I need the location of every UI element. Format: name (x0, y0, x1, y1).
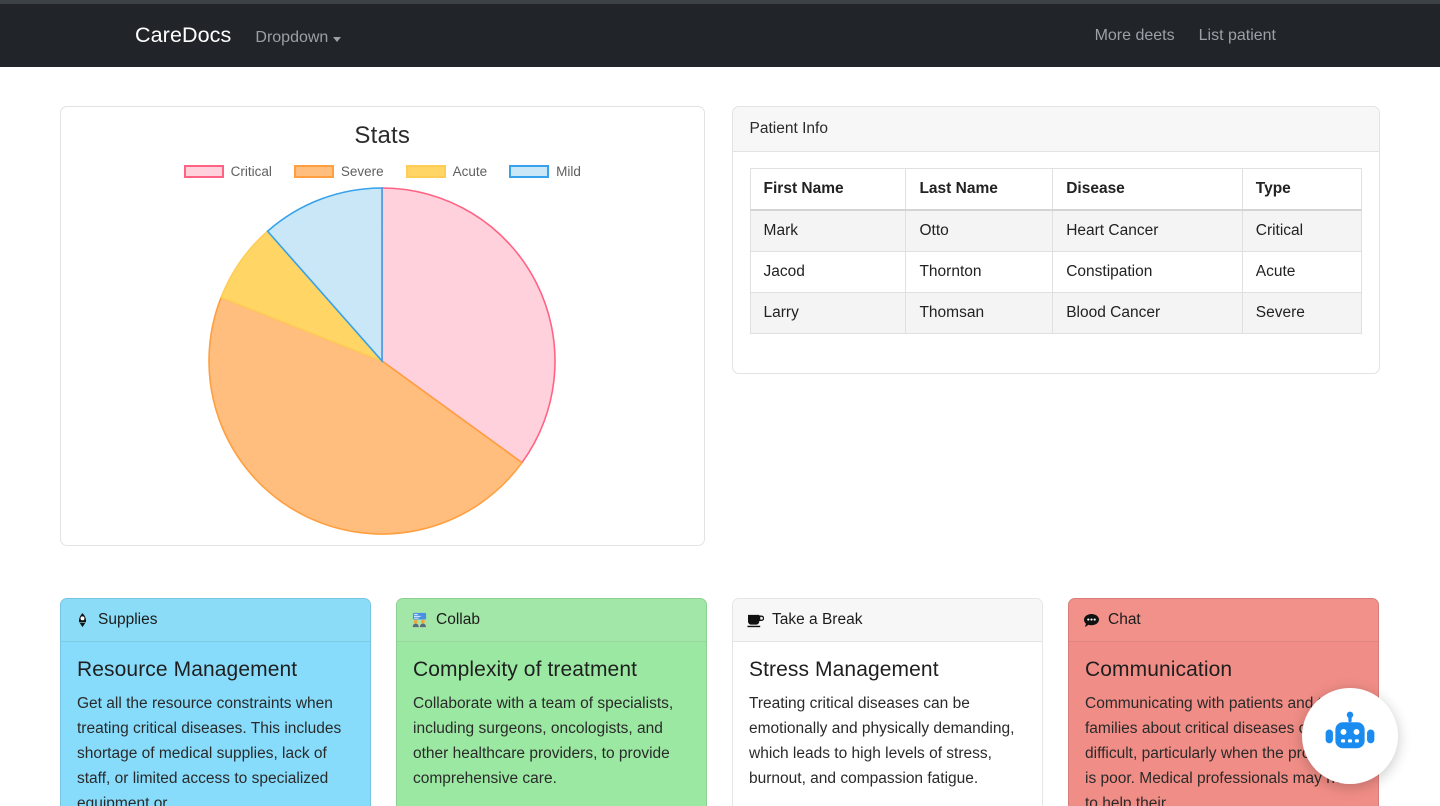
info-card-supplies[interactable]: Supplies Resource Management Get all the… (60, 598, 371, 806)
info-cards-row: Supplies Resource Management Get all the… (60, 598, 1380, 806)
legend-label-acute: Acute (452, 164, 488, 179)
patient-info-card: Patient Info First Name Last Name Diseas… (731, 106, 1380, 374)
robot-icon (1325, 711, 1375, 749)
cell-type: Severe (1241, 292, 1363, 334)
rocket-icon (75, 612, 90, 628)
info-card-collab-title: Collab (436, 611, 480, 628)
info-card-take-a-break-header: Take a Break (733, 599, 1042, 642)
info-card-take-a-break-body: Stress Management Treating critical dise… (733, 642, 1042, 791)
info-card-collab[interactable]: Collab Complexity of treatment Collabora… (396, 598, 707, 806)
info-card-supplies-header: Supplies (61, 599, 370, 642)
chevron-down-icon (333, 36, 342, 42)
navbar-left-group: CareDocs Dropdown (0, 23, 342, 48)
brand-logo[interactable]: CareDocs (135, 23, 231, 48)
column-header-disease[interactable]: Disease (1052, 168, 1243, 211)
legend-swatch-acute (405, 165, 446, 178)
info-card-collab-heading: Complexity of treatment (413, 658, 638, 681)
info-card-take-a-break-title: Take a Break (772, 611, 863, 628)
info-card-take-a-break-text: Treating critical diseases can be emotio… (749, 695, 1015, 787)
legend-swatch-mild (509, 165, 550, 178)
cell-disease: Heart Cancer (1052, 209, 1243, 252)
nav-dropdown-toggle[interactable]: Dropdown (255, 29, 342, 47)
nav-link-more-deets[interactable]: More deets (1095, 27, 1175, 45)
cell-last-name: Thomsan (905, 292, 1054, 334)
cell-disease: Blood Cancer (1052, 292, 1243, 334)
cell-disease: Constipation (1052, 251, 1243, 293)
cell-type: Acute (1241, 251, 1363, 293)
info-card-collab-body: Complexity of treatment Collaborate with… (397, 642, 706, 791)
navbar-right-group: More deets List patient (1095, 27, 1424, 45)
legend-swatch-severe (293, 165, 334, 178)
nav-link-list-patient[interactable]: List patient (1199, 27, 1276, 45)
chat-assistant-button[interactable] (1302, 688, 1398, 784)
top-navbar: CareDocs Dropdown More deets List patien… (0, 0, 1440, 67)
speech-bubble-icon-svg (1084, 613, 1099, 627)
patient-info-body: First Name Last Name Disease Type Mark O… (733, 152, 1379, 351)
info-card-chat-title: Chat (1108, 611, 1141, 628)
chart-legend: Critical Severe Acute Mild (183, 164, 581, 179)
column-header-last-name[interactable]: Last Name (905, 168, 1054, 211)
legend-item-mild[interactable]: Mild (509, 164, 581, 179)
cell-first-name: Larry (749, 292, 907, 334)
info-card-supplies-text: Get all the resource constraints when tr… (77, 695, 342, 806)
rocket-icon-svg (78, 613, 87, 628)
cell-first-name: Mark (749, 209, 907, 252)
stats-chart-card: Stats Critical Severe Acute Mild (60, 106, 705, 546)
cell-last-name: Otto (905, 209, 1054, 252)
table-row[interactable]: Larry Thomsan Blood Cancer Severe (749, 292, 1363, 334)
coffee-cup-icon-svg (747, 614, 764, 627)
table-row[interactable]: Mark Otto Heart Cancer Critical (749, 209, 1363, 252)
patient-table-body: Mark Otto Heart Cancer Critical Jacod Th… (749, 209, 1363, 334)
legend-item-severe[interactable]: Severe (293, 164, 384, 179)
legend-label-severe: Severe (340, 164, 384, 179)
info-card-take-a-break-heading: Stress Management (749, 658, 939, 681)
patient-info-header: Patient Info (732, 107, 1379, 152)
info-card-collab-text: Collaborate with a team of specialists, … (413, 695, 674, 787)
speech-bubble-icon (1083, 613, 1100, 628)
cell-first-name: Jacod (749, 251, 907, 293)
chart-title: Stats (354, 122, 411, 149)
info-card-supplies-title: Supplies (98, 611, 158, 628)
coffee-cup-icon (747, 613, 764, 628)
people-presenting-icon (411, 612, 428, 628)
patient-table-head: First Name Last Name Disease Type (749, 168, 1363, 211)
table-row[interactable]: Jacod Thornton Constipation Acute (749, 251, 1363, 293)
nav-dropdown-label: Dropdown (255, 29, 329, 46)
cell-last-name: Thornton (905, 251, 1054, 293)
legend-label-critical: Critical (230, 164, 272, 179)
legend-item-critical[interactable]: Critical (183, 164, 272, 179)
info-card-supplies-heading: Resource Management (77, 658, 298, 681)
info-card-take-a-break[interactable]: Take a Break Stress Management Treating … (732, 598, 1043, 806)
column-header-first-name[interactable]: First Name (749, 168, 907, 211)
pie-chart-svg (208, 187, 557, 535)
page-content: Stats Critical Severe Acute Mild Patient… (0, 67, 1440, 806)
pie-chart[interactable] (206, 185, 558, 537)
column-header-type[interactable]: Type (1241, 168, 1363, 211)
patient-table: First Name Last Name Disease Type Mark O… (749, 168, 1363, 334)
legend-label-mild: Mild (556, 164, 581, 179)
legend-item-acute[interactable]: Acute (405, 164, 488, 179)
table-header-row: First Name Last Name Disease Type (749, 168, 1363, 211)
info-card-chat-header: Chat (1069, 599, 1378, 642)
info-card-chat-heading: Communication (1085, 658, 1233, 681)
top-row: Stats Critical Severe Acute Mild Patient… (60, 67, 1380, 546)
info-card-collab-header: Collab (397, 599, 706, 642)
legend-swatch-critical (183, 165, 224, 178)
info-card-supplies-body: Resource Management Get all the resource… (61, 642, 370, 806)
cell-type: Critical (1241, 209, 1363, 252)
people-presenting-icon-svg (412, 612, 427, 628)
